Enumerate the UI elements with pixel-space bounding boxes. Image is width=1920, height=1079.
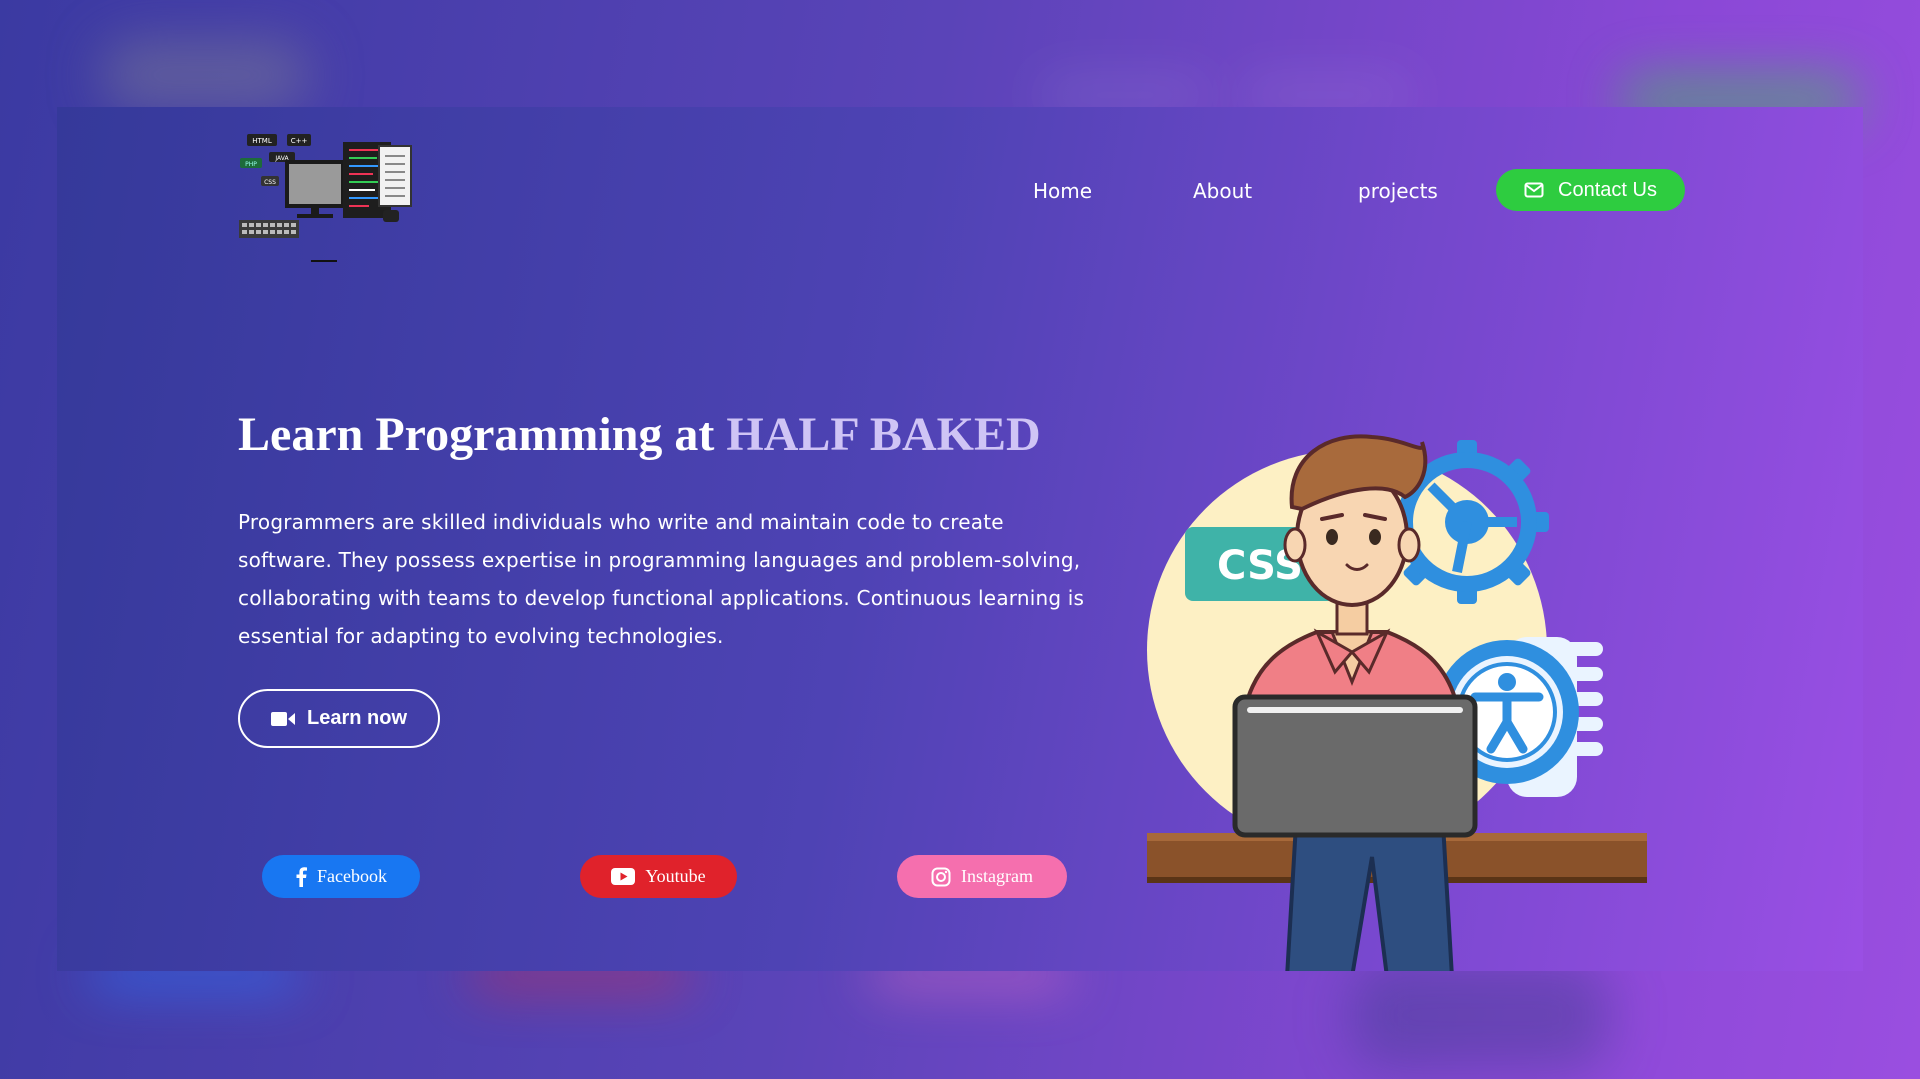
programmer-illustration: CSS — [1147, 434, 1647, 971]
instagram-button[interactable]: Instagram — [897, 855, 1067, 898]
contact-us-label: Contact Us — [1558, 178, 1657, 201]
nav-projects-link[interactable]: projects — [1358, 169, 1438, 213]
hero-description: Programmers are skilled individuals who … — [238, 510, 1085, 648]
video-camera-icon — [270, 711, 295, 726]
mail-icon — [1524, 182, 1544, 198]
site-logo[interactable]: HTML C++ PHP JAVA CSS — [237, 132, 419, 264]
hero-title-prefix: Learn Programming at — [238, 408, 727, 461]
facebook-button[interactable]: Facebook — [262, 855, 420, 898]
backdrop-blur — [100, 40, 310, 110]
learn-now-button[interactable]: Learn now — [238, 689, 440, 748]
learn-now-label: Learn now — [306, 707, 407, 729]
youtube-button[interactable]: Youtube — [580, 855, 737, 898]
nav-about-link[interactable]: About — [1193, 169, 1252, 213]
instagram-label: Instagram — [961, 866, 1033, 886]
backdrop-blur — [1240, 80, 1410, 110]
landing-page: HTML C++ PHP JAVA CSS Home About project… — [57, 107, 1863, 971]
svg-text:CSS: CSS — [264, 179, 276, 186]
nav-home-link[interactable]: Home — [1033, 169, 1092, 213]
contact-us-button[interactable]: Contact Us — [1496, 169, 1685, 211]
facebook-label: Facebook — [317, 866, 387, 886]
hero-title: Learn Programming at HALF BAKED — [238, 407, 1041, 462]
svg-text:HTML: HTML — [252, 137, 272, 145]
backdrop-blur — [1040, 80, 1210, 110]
hero-title-accent: HALF BAKED — [726, 408, 1041, 461]
svg-text:PHP: PHP — [245, 161, 257, 168]
facebook-icon — [296, 866, 307, 887]
backdrop-blur — [1350, 960, 1610, 1070]
youtube-label: Youtube — [645, 866, 706, 886]
instagram-icon — [931, 867, 951, 886]
youtube-icon — [611, 868, 636, 885]
svg-text:C++: C++ — [291, 137, 308, 145]
